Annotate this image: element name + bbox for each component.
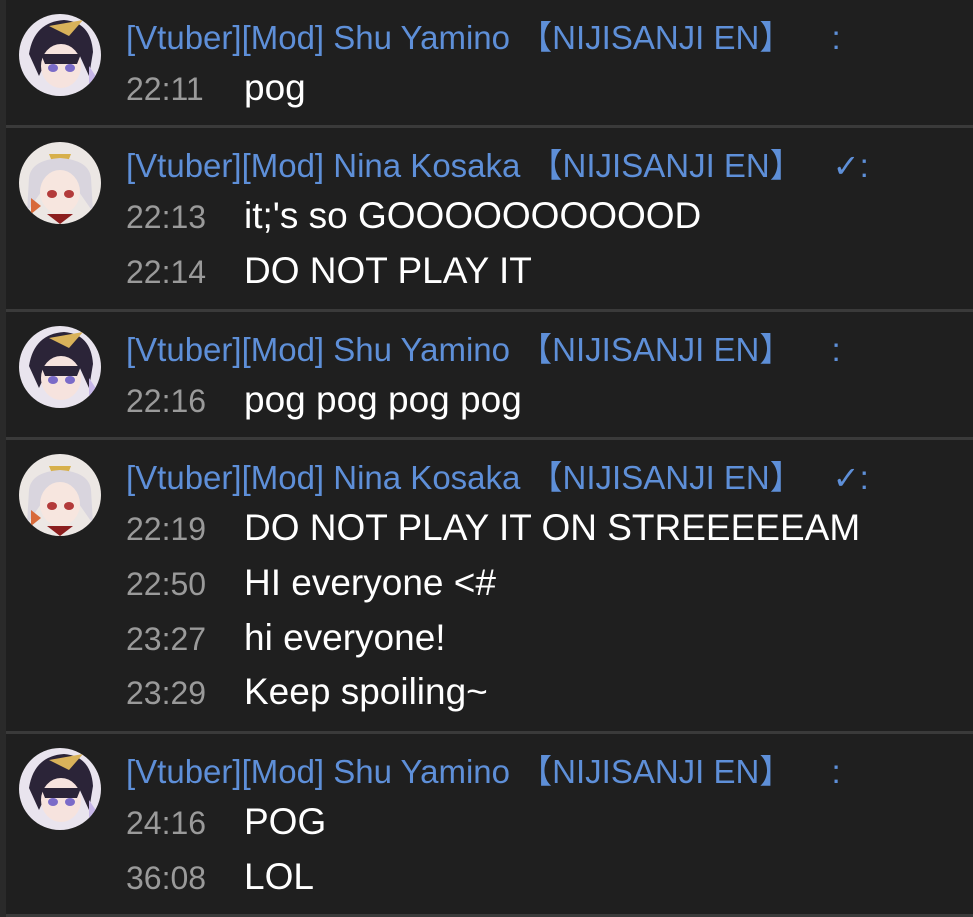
message-line: 22:14 DO NOT PLAY IT xyxy=(126,249,532,294)
message-line: 22:16 pog pog pog pog xyxy=(126,378,522,423)
message-text: POG xyxy=(244,801,327,842)
timestamp: 36:08 xyxy=(126,860,207,896)
author-name[interactable]: [Vtuber][Mod] Nina Kosaka 【NIJISANJI EN】… xyxy=(126,458,869,498)
message-text: DO NOT PLAY IT ON STREEEEEAM xyxy=(244,507,861,548)
timestamp: 22:13 xyxy=(126,199,207,235)
message-text: pog pog pog pog xyxy=(244,379,522,420)
message-text: it;'s so GOOOOOOOOOOD xyxy=(244,195,702,236)
timestamp: 22:16 xyxy=(126,383,207,419)
message-text: HI everyone <# xyxy=(244,562,496,603)
message-line: 22:19 DO NOT PLAY IT ON STREEEEEAM xyxy=(126,506,860,551)
message-line: 22:11 pog xyxy=(126,66,306,111)
timestamp: 22:19 xyxy=(126,511,207,547)
timestamp: 22:50 xyxy=(126,566,207,602)
message-line: 24:16 POG xyxy=(126,800,326,845)
message-text: hi everyone! xyxy=(244,617,446,658)
message-text: pog xyxy=(244,67,306,108)
verified-check-icon: ✓ xyxy=(832,148,860,184)
author-name[interactable]: [Vtuber][Mod] Shu Yamino 【NIJISANJI EN】 … xyxy=(126,752,841,792)
message-text: DO NOT PLAY IT xyxy=(244,250,532,291)
message-text: LOL xyxy=(244,856,314,897)
message-group: [Vtuber][Mod] Nina Kosaka 【NIJISANJI EN】… xyxy=(6,440,973,734)
message-line: 23:27 hi everyone! xyxy=(126,616,446,661)
avatar-shu[interactable] xyxy=(19,326,101,408)
message-text: Keep spoiling~ xyxy=(244,671,488,712)
message-line: 23:29 Keep spoiling~ xyxy=(126,670,488,715)
message-line: 22:13 it;'s so GOOOOOOOOOOD xyxy=(126,194,701,239)
message-line: 22:50 HI everyone <# xyxy=(126,561,496,606)
avatar-nina[interactable] xyxy=(19,142,101,224)
timestamp: 22:11 xyxy=(126,71,204,107)
author-name[interactable]: [Vtuber][Mod] Nina Kosaka 【NIJISANJI EN】… xyxy=(126,146,869,186)
chat-log: [Vtuber][Mod] Shu Yamino 【NIJISANJI EN】 … xyxy=(0,0,973,917)
avatar-shu[interactable] xyxy=(19,748,101,830)
timestamp: 23:29 xyxy=(126,675,207,711)
verified-check-icon: ✓ xyxy=(832,460,860,496)
message-line: 36:08 LOL xyxy=(126,855,314,900)
timestamp: 22:14 xyxy=(126,254,207,290)
timestamp: 24:16 xyxy=(126,805,207,841)
author-name[interactable]: [Vtuber][Mod] Shu Yamino 【NIJISANJI EN】 … xyxy=(126,18,841,58)
message-group: [Vtuber][Mod] Shu Yamino 【NIJISANJI EN】 … xyxy=(6,312,973,440)
message-group: [Vtuber][Mod] Shu Yamino 【NIJISANJI EN】 … xyxy=(6,0,973,128)
timestamp: 23:27 xyxy=(126,621,207,657)
avatar-nina[interactable] xyxy=(19,454,101,536)
avatar-shu[interactable] xyxy=(19,14,101,96)
author-name[interactable]: [Vtuber][Mod] Shu Yamino 【NIJISANJI EN】 … xyxy=(126,330,841,370)
message-group: [Vtuber][Mod] Nina Kosaka 【NIJISANJI EN】… xyxy=(6,128,973,312)
message-group: [Vtuber][Mod] Shu Yamino 【NIJISANJI EN】 … xyxy=(6,734,973,917)
